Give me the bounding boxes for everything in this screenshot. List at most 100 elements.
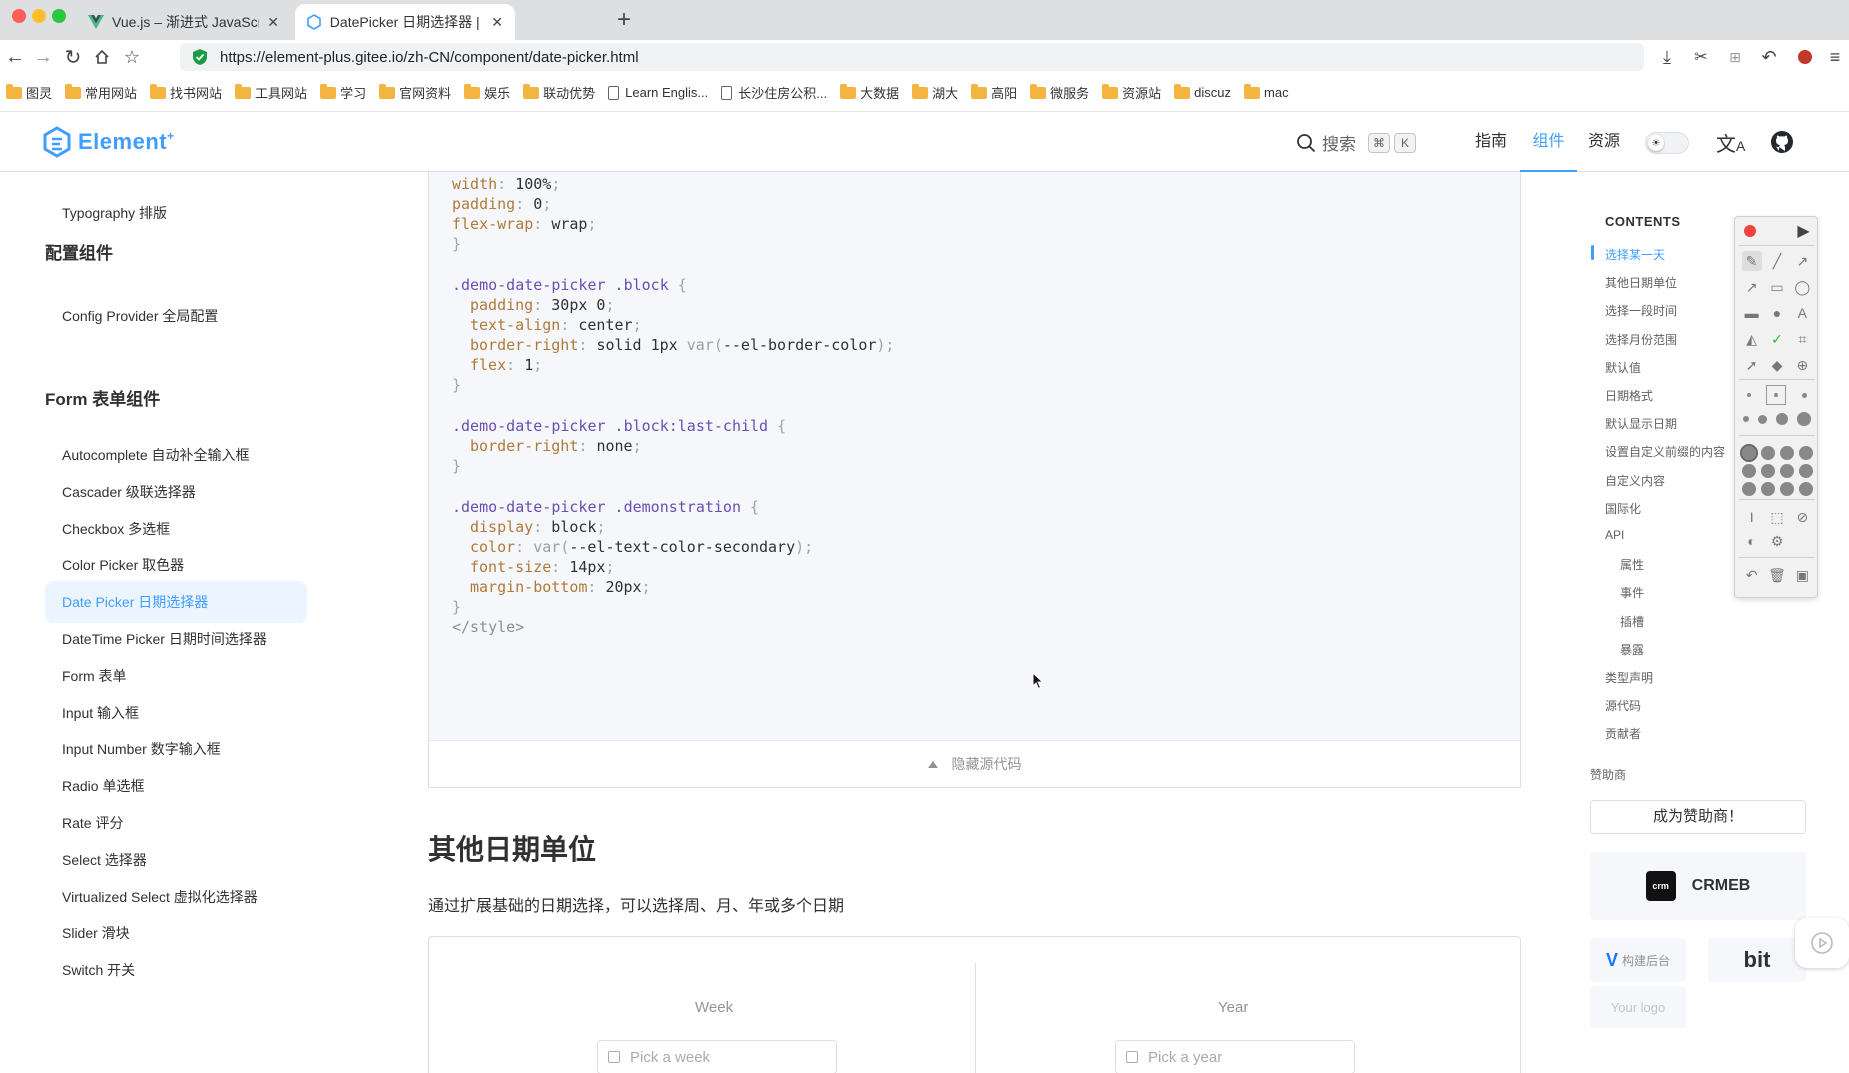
- record-icon[interactable]: [1744, 225, 1757, 237]
- sidebar-item[interactable]: Cascader 级联选择器: [45, 471, 307, 513]
- sidebar-item[interactable]: Radio 单选框: [45, 765, 307, 807]
- toc-item[interactable]: 设置自定义前缀的内容: [1605, 443, 1725, 460]
- sponsor-vform[interactable]: V 构建后台: [1590, 938, 1686, 982]
- browser-tab-vue[interactable]: Vue.js – 渐进式 JavaScript 框... ✕: [76, 4, 291, 40]
- sponsor-your-logo[interactable]: Your logo: [1590, 986, 1686, 1028]
- sponsor-bit[interactable]: bit: [1708, 938, 1806, 982]
- tab-close-icon[interactable]: ✕: [491, 14, 503, 31]
- sidebar-item[interactable]: Select 选择器: [45, 839, 307, 881]
- bookmark-item[interactable]: Learn Englis...: [608, 85, 708, 100]
- selection-icon[interactable]: ⬚: [1767, 507, 1787, 527]
- pencil-icon[interactable]: ✎: [1741, 251, 1762, 271]
- compass-icon[interactable]: ⊘: [1792, 507, 1812, 527]
- contrast-icon[interactable]: ◐: [1742, 531, 1762, 551]
- bookmark-item[interactable]: 高阳: [971, 83, 1017, 102]
- back-arrow-icon[interactable]: ←: [2, 44, 28, 70]
- sidebar-item[interactable]: Slider 滑块: [45, 912, 307, 954]
- text-icon[interactable]: A: [1792, 303, 1812, 323]
- nav-component[interactable]: 组件: [1520, 112, 1577, 172]
- zoom-icon[interactable]: ⊕: [1792, 355, 1812, 375]
- bookmark-item[interactable]: 找书网站: [150, 83, 222, 102]
- undo-icon[interactable]: ↶: [1742, 565, 1762, 585]
- text-cursor-icon[interactable]: I: [1742, 507, 1762, 527]
- toc-item[interactable]: 贡献者: [1605, 725, 1641, 742]
- minimize-window-button[interactable]: [32, 9, 46, 23]
- circle-icon[interactable]: ◯: [1792, 277, 1812, 297]
- browser-tab-datepicker[interactable]: DatePicker 日期选择器 | Eleme... ✕: [295, 4, 515, 40]
- toc-item[interactable]: 事件: [1620, 584, 1644, 601]
- tab-close-icon[interactable]: ✕: [267, 14, 279, 31]
- toc-item[interactable]: 属性: [1620, 556, 1644, 573]
- sidebar-item-typography[interactable]: Typography 排版: [45, 192, 307, 234]
- toc-item[interactable]: 源代码: [1605, 697, 1641, 714]
- arrow-icon[interactable]: ↗: [1792, 251, 1812, 271]
- element-logo[interactable]: Element+: [42, 126, 175, 158]
- sidebar-item[interactable]: Autocomplete 自动补全输入框: [45, 434, 307, 476]
- toc-item[interactable]: 选择一段时间: [1605, 302, 1677, 319]
- toc-item[interactable]: 选择某一天: [1605, 246, 1665, 263]
- trash-icon[interactable]: 🗑: [1767, 565, 1787, 585]
- download-icon[interactable]: ⤓: [1654, 44, 1680, 70]
- translate-icon[interactable]: ⊞: [1722, 44, 1748, 70]
- toc-item[interactable]: API: [1605, 528, 1624, 542]
- sidebar-item[interactable]: Input 输入框: [45, 692, 307, 734]
- sidebar-item[interactable]: DateTime Picker 日期时间选择器: [45, 618, 307, 660]
- bookmark-item[interactable]: 娱乐: [464, 83, 510, 102]
- toc-item[interactable]: 默认值: [1605, 359, 1641, 376]
- toc-item[interactable]: 日期格式: [1605, 387, 1653, 404]
- toc-item[interactable]: 自定义内容: [1605, 472, 1665, 489]
- bookmark-item[interactable]: 联动优势: [523, 83, 595, 102]
- github-icon[interactable]: [1770, 130, 1794, 159]
- language-icon[interactable]: 文A: [1716, 128, 1745, 157]
- pointer-icon[interactable]: ➚: [1742, 355, 1762, 375]
- bookmark-item[interactable]: 官网资料: [379, 83, 451, 102]
- hide-source-code-button[interactable]: 隐藏源代码: [428, 740, 1521, 788]
- menu-icon[interactable]: ≡: [1822, 44, 1848, 70]
- toc-item[interactable]: 其他日期单位: [1605, 274, 1677, 291]
- bookmark-item[interactable]: 图灵: [6, 83, 52, 102]
- bookmark-item[interactable]: 长沙住房公积...: [721, 83, 827, 102]
- bookmark-item[interactable]: discuz: [1174, 83, 1231, 100]
- filled-circle-icon[interactable]: ●: [1767, 303, 1787, 323]
- toc-item[interactable]: 类型声明: [1605, 669, 1653, 686]
- sidebar-item[interactable]: Rate 评分: [45, 802, 307, 844]
- line-icon[interactable]: ╱: [1767, 251, 1787, 271]
- sidebar-item[interactable]: Input Number 数字输入框: [45, 728, 307, 770]
- sidebar-item[interactable]: Virtualized Select 虚拟化选择器: [45, 876, 307, 918]
- sidebar-item[interactable]: Switch 开关: [45, 949, 307, 991]
- floating-play-button[interactable]: [1795, 918, 1849, 968]
- close-window-button[interactable]: [12, 9, 26, 23]
- year-picker-input[interactable]: Pick a year: [1115, 1040, 1355, 1073]
- bookmark-item[interactable]: mac: [1244, 83, 1289, 100]
- highlight-icon[interactable]: ◭: [1742, 329, 1762, 349]
- crop-icon[interactable]: ⌗: [1792, 329, 1812, 349]
- nav-guide[interactable]: 指南: [1475, 112, 1507, 172]
- toc-item[interactable]: 默认显示日期: [1605, 415, 1677, 432]
- scissors-icon[interactable]: ✂: [1688, 44, 1714, 70]
- week-picker-input[interactable]: Pick a week: [597, 1040, 837, 1073]
- toc-item[interactable]: 插槽: [1620, 613, 1644, 630]
- settings-gear-icon[interactable]: ⚙: [1767, 531, 1787, 551]
- bookmark-item[interactable]: 常用网站: [65, 83, 137, 102]
- bookmark-item[interactable]: 大数据: [840, 83, 899, 102]
- bookmark-item[interactable]: 微服务: [1030, 83, 1089, 102]
- search-button[interactable]: 搜索 ⌘ K: [1296, 130, 1416, 155]
- sidebar-item[interactable]: Date Picker 日期选择器: [45, 581, 307, 624]
- sponsor-crmeb[interactable]: crm CRMEB: [1590, 852, 1806, 920]
- toc-item[interactable]: 暴露: [1620, 641, 1644, 658]
- nav-resource[interactable]: 资源: [1588, 112, 1620, 172]
- toc-item[interactable]: 选择月份范围: [1605, 331, 1677, 348]
- marker-icon[interactable]: ↗: [1742, 277, 1762, 297]
- maximize-window-button[interactable]: [52, 9, 66, 23]
- undo-icon[interactable]: ↶: [1756, 44, 1782, 70]
- forward-arrow-icon[interactable]: →: [30, 44, 56, 70]
- sidebar-item[interactable]: Checkbox 多选框: [45, 508, 307, 550]
- home-icon[interactable]: [89, 44, 115, 70]
- new-tab-button[interactable]: +: [617, 6, 631, 34]
- sidebar-item[interactable]: Form 表单: [45, 655, 307, 697]
- theme-toggle[interactable]: ☀: [1645, 132, 1689, 154]
- bookmark-item[interactable]: 资源站: [1102, 83, 1161, 102]
- reload-icon[interactable]: ↻: [60, 44, 86, 70]
- filled-rect-icon[interactable]: ▬: [1742, 303, 1762, 323]
- image-folder-icon[interactable]: ▣: [1792, 565, 1812, 585]
